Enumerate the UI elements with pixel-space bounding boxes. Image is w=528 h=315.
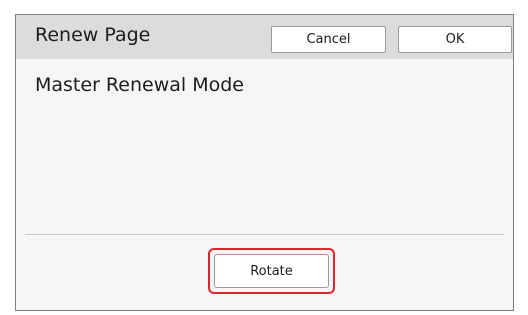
dialog-title: Renew Page [35, 24, 151, 46]
cancel-button[interactable]: Cancel [271, 26, 386, 53]
dialog-content: Master Renewal Mode Rotate [16, 59, 513, 310]
divider [25, 234, 504, 235]
ok-button[interactable]: OK [398, 26, 512, 53]
master-renewal-mode-label: Master Renewal Mode [35, 74, 244, 96]
dialog-title-bar: Renew Page Cancel OK [16, 15, 513, 60]
renew-page-dialog: Renew Page Cancel OK Master Renewal Mode… [15, 14, 514, 311]
rotate-button[interactable]: Rotate [214, 254, 329, 288]
